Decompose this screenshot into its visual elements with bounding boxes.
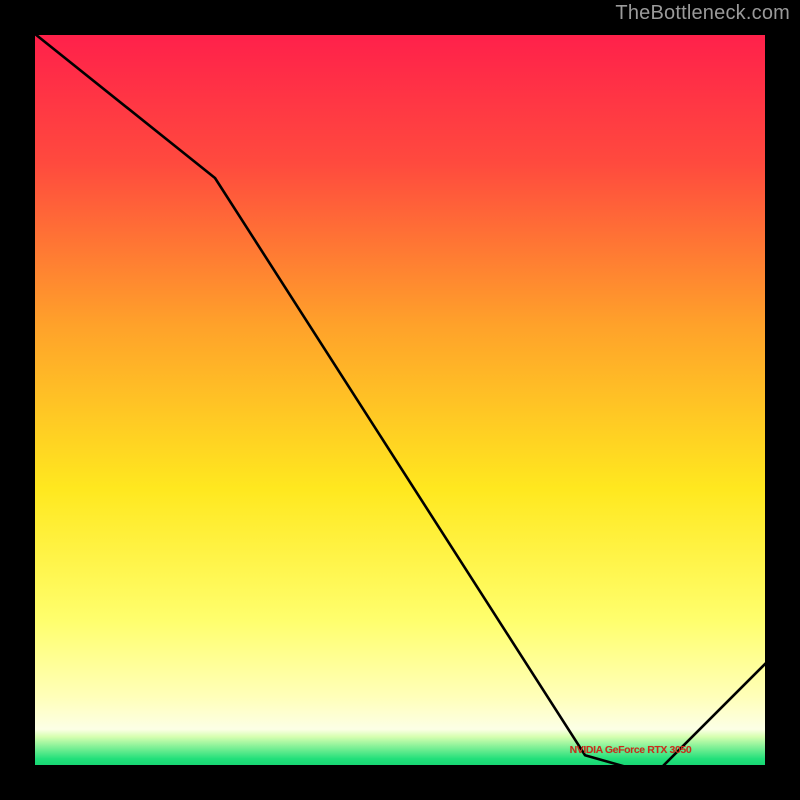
plot-area: [30, 30, 770, 770]
chart-stage: TheBottleneck.com NVIDIA GeForce RTX 305…: [0, 0, 800, 800]
watermark-text: TheBottleneck.com: [615, 2, 790, 25]
chart-svg: [30, 30, 770, 770]
gradient-background: [30, 30, 770, 770]
gpu-annotation-label: NVIDIA GeForce RTX 3050: [570, 744, 692, 756]
